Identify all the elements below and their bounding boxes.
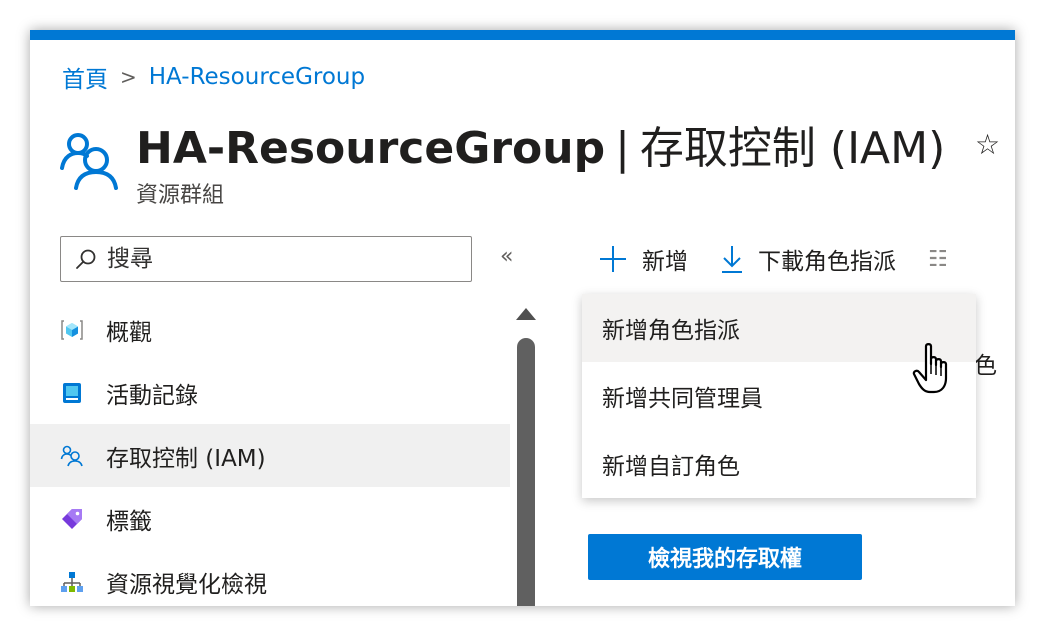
command-bar: 新增 下載角色指派 ☷ (598, 236, 949, 282)
breadcrumb-home-link[interactable]: 首頁 (62, 60, 108, 94)
scroll-up-icon[interactable] (516, 308, 536, 320)
hierarchy-icon (60, 570, 84, 594)
search-icon (76, 249, 96, 269)
sidebar-item-label: 概觀 (106, 319, 152, 346)
search-input[interactable] (105, 245, 449, 273)
view-my-access-button[interactable]: 檢視我的存取權 (588, 534, 862, 580)
sidebar-scrollbar[interactable] (516, 302, 536, 606)
sidebar-item-label: 資源視覺化檢視 (106, 571, 267, 598)
title-separator: | (615, 123, 630, 174)
sidebar-item-resource-visualizer[interactable]: 資源視覺化檢視 (30, 550, 510, 606)
plus-icon (600, 246, 626, 272)
activity-log-icon (60, 381, 84, 405)
tag-icon (60, 507, 84, 531)
partial-hidden-text: 色 (974, 353, 997, 379)
search-box[interactable] (60, 236, 472, 282)
top-accent-bar (30, 30, 1015, 40)
sidebar-item-iam[interactable]: 存取控制 (IAM) (30, 424, 510, 487)
download-role-assignments-button[interactable]: 下載角色指派 (720, 242, 896, 276)
breadcrumb-separator: > (120, 65, 137, 89)
people-icon (60, 444, 84, 468)
star-icon[interactable]: ☆ (975, 128, 1000, 161)
resource-name: HA-ResourceGroup (136, 123, 606, 174)
section-name: 存取控制 (IAM) (639, 123, 946, 174)
page-title: HA-ResourceGroup | 存取控制 (IAM) (136, 112, 945, 176)
download-icon (722, 246, 742, 273)
download-button-label: 下載角色指派 (758, 249, 896, 275)
resource-type-subtitle: 資源群組 (136, 183, 225, 208)
sidebar-item-label: 標籤 (106, 508, 152, 535)
sidebar-item-label: 存取控制 (IAM) (106, 445, 266, 472)
menu-item-add-custom-role[interactable]: 新增自訂角色 (582, 430, 976, 498)
add-button[interactable]: 新增 (598, 242, 688, 276)
hand-pointer-cursor-icon (912, 343, 948, 394)
sidebar-item-tags[interactable]: 標籤 (30, 487, 510, 550)
sidebar-item-label: 活動記錄 (106, 382, 198, 409)
people-icon (60, 133, 118, 190)
sidebar-nav: 概觀 活動記錄 存取控制 (IAM) 標籤 資源視覺化檢視 (30, 298, 510, 606)
breadcrumb-resource-link[interactable]: HA-ResourceGroup (149, 64, 365, 90)
edit-columns-icon[interactable]: ☷ (928, 247, 949, 272)
portal-window: 首頁 > HA-ResourceGroup HA-ResourceGroup |… (30, 30, 1015, 606)
add-button-label: 新增 (642, 249, 688, 275)
breadcrumb: 首頁 > HA-ResourceGroup (62, 60, 365, 94)
sidebar-item-overview[interactable]: 概觀 (30, 298, 510, 361)
collapse-menu-icon[interactable]: « (500, 244, 513, 269)
sidebar-item-activity-log[interactable]: 活動記錄 (30, 361, 510, 424)
scrollbar-thumb[interactable] (517, 338, 535, 606)
overview-cube-icon (60, 318, 84, 342)
